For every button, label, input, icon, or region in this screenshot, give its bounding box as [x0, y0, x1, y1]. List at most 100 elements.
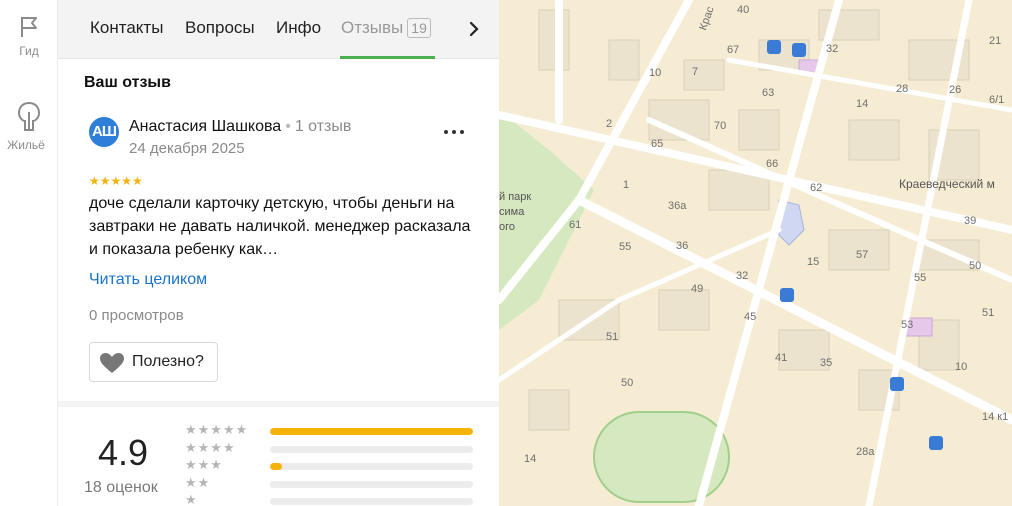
tab-reviews[interactable]: Отзывы 19: [341, 18, 431, 38]
house-number: 28а: [856, 446, 875, 458]
map-view[interactable]: Крас Краеведческий м й парк сима ого 40 …: [499, 0, 1012, 506]
house-number: 7: [692, 66, 698, 78]
distribution-bar: [270, 481, 473, 488]
house-number: 63: [762, 87, 774, 99]
left-rail: Гид Жильё: [0, 0, 58, 506]
reviews-count-badge: 19: [407, 18, 431, 38]
house-icon: [17, 101, 41, 131]
poi-park-label: сима: [499, 206, 525, 218]
house-number: 70: [714, 120, 726, 132]
house-number: 49: [691, 283, 703, 295]
rating-distribution-row: ★★★★: [185, 440, 485, 458]
chevron-right-icon[interactable]: [466, 20, 482, 38]
flag-icon: [21, 17, 37, 37]
read-more-link[interactable]: Читать целиком: [89, 271, 207, 289]
house-number: 45: [744, 311, 756, 323]
house-number: 41: [775, 352, 787, 364]
row-stars: ★★★★★: [185, 422, 249, 437]
house-number: 61: [569, 219, 581, 231]
tab-contacts[interactable]: Контакты: [90, 18, 163, 38]
house-number: 28: [896, 83, 908, 95]
useful-button[interactable]: Полезно?: [89, 342, 218, 382]
tab-info[interactable]: Инфо: [276, 18, 321, 38]
house-number: 57: [856, 249, 868, 261]
tab-bar: Контакты Вопросы Инфо Отзывы 19: [58, 0, 499, 59]
tab-questions[interactable]: Вопросы: [185, 18, 255, 38]
separator-dot: •: [285, 118, 291, 135]
views-count: 0 просмотров: [89, 307, 184, 324]
house-number: 53: [901, 319, 913, 331]
heart-icon: [100, 353, 124, 373]
useful-label: Полезно?: [132, 353, 204, 370]
more-options-button[interactable]: [442, 118, 466, 142]
house-number: 14: [856, 98, 868, 110]
map-canvas[interactable]: Крас Краеведческий м й парк сима ого 40 …: [499, 0, 1012, 506]
house-number: 10: [649, 67, 661, 79]
house-number: 21: [989, 35, 1001, 47]
house-number: 15: [807, 256, 819, 268]
dot: [444, 130, 448, 134]
house-number: 66: [766, 158, 778, 170]
distribution-bar: [270, 428, 473, 435]
house-number: 51: [982, 307, 994, 319]
house-number: 10: [955, 361, 967, 373]
bus-stop-icon: [929, 436, 943, 450]
house-number: 50: [621, 377, 633, 389]
house-number: 36: [676, 240, 688, 252]
review-rating-stars: ★★★★★: [89, 174, 143, 188]
bus-stop-icon: [890, 377, 904, 391]
house-number: 62: [810, 182, 822, 194]
house-number: 14: [524, 453, 536, 465]
section-title: Ваш отзыв: [84, 74, 171, 91]
house-number: 65: [651, 138, 663, 150]
house-number: 32: [736, 270, 748, 282]
rail-item-housing[interactable]: Жильё: [0, 100, 58, 152]
house-number: 39: [964, 215, 976, 227]
dot: [452, 130, 456, 134]
house-number: 14 к1: [982, 411, 1008, 423]
distribution-fill: [270, 463, 283, 470]
house-number: 26: [949, 84, 961, 96]
row-stars: ★★★: [185, 457, 223, 472]
row-stars: ★★★★: [185, 440, 236, 455]
author-reviews-count: 1 отзыв: [294, 118, 352, 135]
dot: [460, 130, 464, 134]
distribution-fill: [270, 428, 473, 435]
distribution-bar: [270, 498, 473, 505]
bus-stop-icon: [767, 40, 781, 54]
rail-item-label: Гид: [19, 44, 39, 58]
review-text: доче сделали карточку детскую, чтобы ден…: [89, 195, 471, 258]
house-number: 35: [820, 357, 832, 369]
rating-distribution-row: ★: [185, 492, 485, 506]
house-number: 40: [737, 4, 749, 16]
rating-value: 4.9: [98, 432, 149, 473]
review-date: 24 декабря 2025: [129, 140, 245, 157]
bus-stop-icon: [780, 288, 794, 302]
poi-park-label: й парк: [499, 191, 531, 203]
section-divider: [58, 401, 499, 407]
house-number: 51: [606, 331, 618, 343]
active-tab-indicator: [340, 56, 435, 59]
rail-item-label: Жильё: [7, 138, 45, 152]
poi-museum-label: Краеведческий м: [899, 177, 995, 191]
distribution-bar: [270, 463, 473, 470]
house-number: 6/1: [989, 94, 1004, 106]
house-number: 2: [606, 118, 612, 130]
house-number: 55: [619, 241, 631, 253]
place-panel: Контакты Вопросы Инфо Отзывы 19 Ваш отзыв…: [58, 0, 499, 506]
rail-item-guide[interactable]: Гид: [0, 14, 58, 58]
rating-count: 18 оценок: [84, 479, 158, 496]
house-number: 67: [727, 44, 739, 56]
house-number: 50: [969, 260, 981, 272]
bus-stop-icon: [792, 43, 806, 57]
author-name[interactable]: Анастасия Шашкова: [129, 118, 281, 135]
house-number: 36а: [668, 200, 687, 212]
rating-distribution-row: ★★★: [185, 457, 485, 475]
poi-park-label: ого: [499, 221, 515, 233]
rating-distribution-row: ★★★★★: [185, 422, 485, 440]
row-stars: ★★: [185, 475, 211, 490]
review-author: Анастасия Шашкова • 1 отзыв: [129, 118, 351, 136]
house-number: 55: [914, 272, 926, 284]
avatar[interactable]: АШ: [89, 117, 119, 147]
rating-distribution-row: ★★: [185, 475, 485, 493]
